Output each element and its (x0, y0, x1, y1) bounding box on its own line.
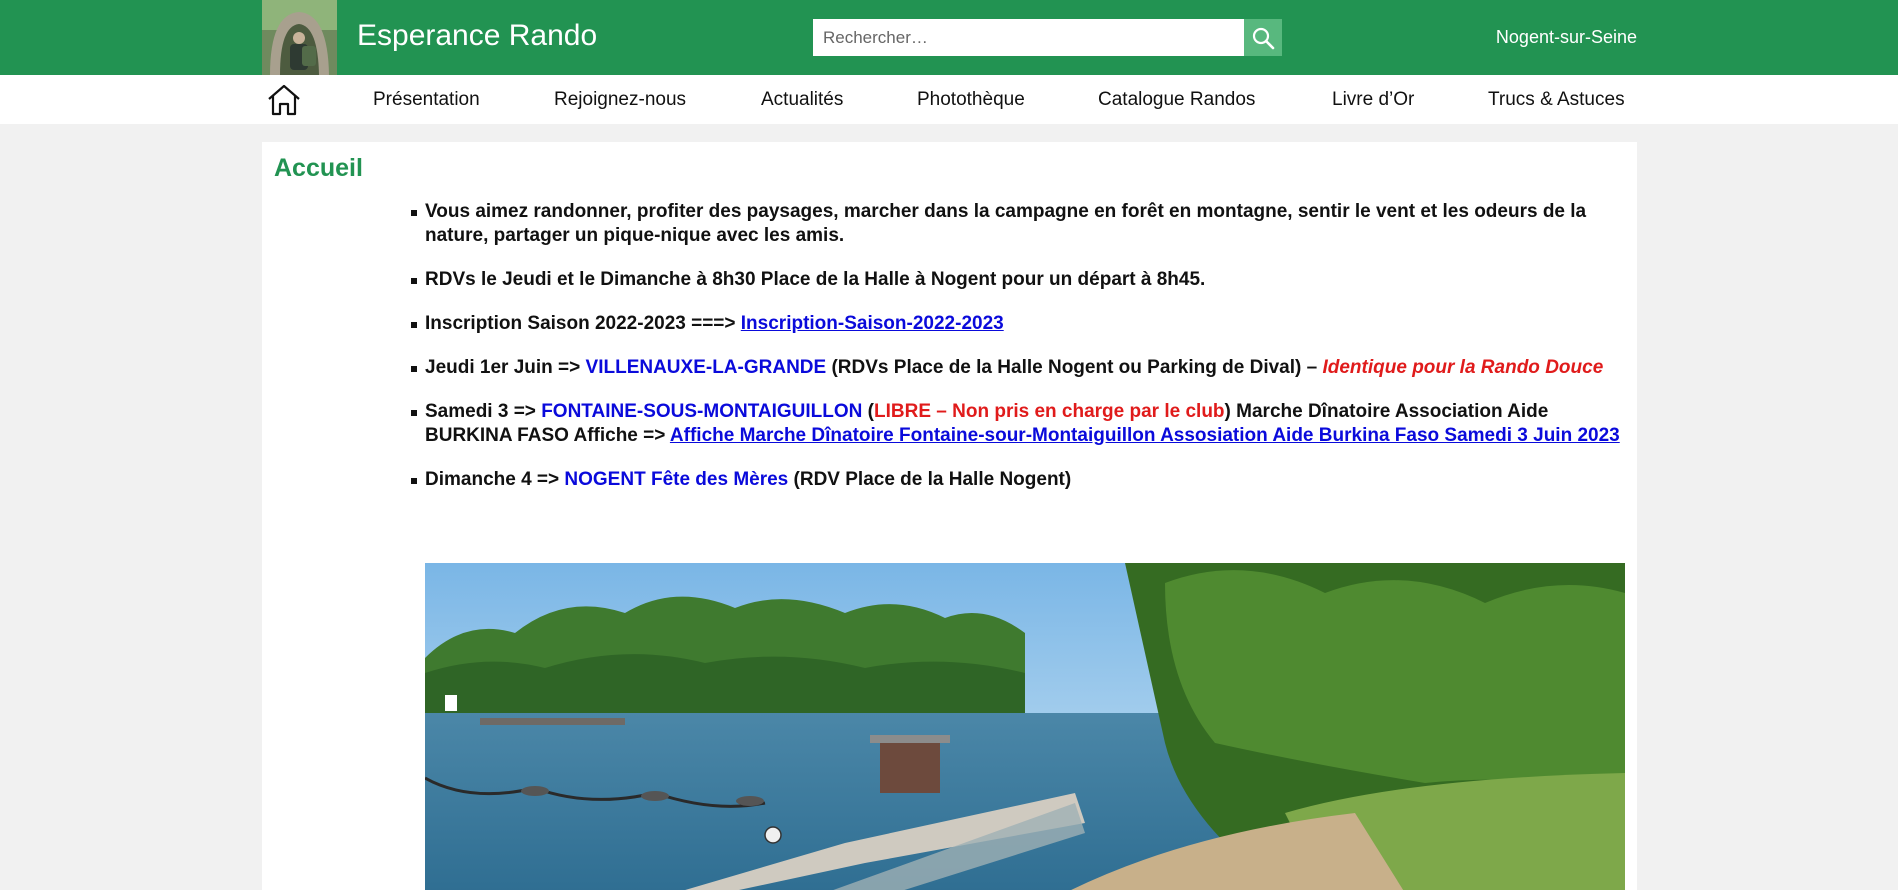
page-title: Accueil (274, 154, 363, 182)
nav-item-catalogue-randos[interactable]: Catalogue Randos (1098, 89, 1255, 111)
home-button[interactable] (266, 82, 302, 118)
news-item: Vous aimez randonner, profiter des paysa… (411, 200, 1630, 248)
news-text: Samedi 3 => (425, 401, 542, 422)
event-place: VILLENAUXE-LA-GRANDE (585, 357, 827, 378)
news-text: RDVs le Jeudi et le Dimanche à 8h30 Plac… (425, 269, 1206, 290)
event-place: NOGENT Fête des Mères (564, 469, 789, 490)
poster-link[interactable]: Affiche Marche Dînatoire Fontaine-sour-M… (670, 425, 1620, 446)
news-text: Vous aimez randonner, profiter des paysa… (425, 201, 1587, 246)
nav-item-presentation[interactable]: Présentation (373, 89, 480, 111)
news-text: (RDVs Place de la Halle Nogent ou Parkin… (826, 357, 1323, 378)
nav-item-phototheque[interactable]: Photothèque (917, 89, 1025, 111)
site-logo[interactable] (262, 0, 337, 75)
news-text: Dimanche 4 => (425, 469, 565, 490)
news-item: Jeudi 1er Juin => VILLENAUXE-LA-GRANDE (… (411, 356, 1630, 380)
top-header: Esperance Rando Nogent-sur-Seine (0, 0, 1898, 75)
news-item: RDVs le Jeudi et le Dimanche à 8h30 Plac… (411, 268, 1630, 292)
lake-photo (425, 563, 1625, 890)
news-text: ( (862, 401, 875, 422)
news-item: Inscription Saison 2022-2023 ===> Inscri… (411, 312, 1630, 336)
news-item: Samedi 3 => FONTAINE-SOUS-MONTAIGUILLON … (411, 400, 1630, 448)
news-text: Jeudi 1er Juin => (425, 357, 586, 378)
site-title[interactable]: Esperance Rando (357, 19, 597, 53)
nav-item-trucs-astuces[interactable]: Trucs & Astuces (1488, 89, 1625, 111)
nav-item-livre-dor[interactable]: Livre d’Or (1332, 89, 1414, 111)
news-text: (RDV Place de la Halle Nogent) (788, 469, 1072, 490)
nav-item-actualites[interactable]: Actualités (761, 89, 843, 111)
search-icon (1252, 27, 1275, 49)
inscription-link[interactable]: Inscription-Saison-2022-2023 (741, 313, 1004, 334)
home-icon (268, 84, 300, 116)
search-button[interactable] (1244, 19, 1282, 56)
nav-item-rejoignez-nous[interactable]: Rejoignez-nous (554, 89, 686, 111)
main-content: Accueil Vous aimez randonner, profiter d… (262, 142, 1637, 890)
main-nav: Présentation Rejoignez-nous Actualités P… (0, 75, 1898, 124)
search-input[interactable] (813, 19, 1244, 56)
town-name: Nogent-sur-Seine (1495, 27, 1637, 47)
news-text: Inscription Saison 2022-2023 ===> (425, 313, 741, 334)
event-warning: LIBRE – Non pris en charge par le club (874, 401, 1225, 422)
news-list: Vous aimez randonner, profiter des paysa… (411, 200, 1630, 512)
event-note: Identique pour la Rando Douce (1322, 357, 1604, 378)
news-item: Dimanche 4 => NOGENT Fête des Mères (RDV… (411, 468, 1630, 492)
event-place: FONTAINE-SOUS-MONTAIGUILLON (541, 401, 863, 422)
